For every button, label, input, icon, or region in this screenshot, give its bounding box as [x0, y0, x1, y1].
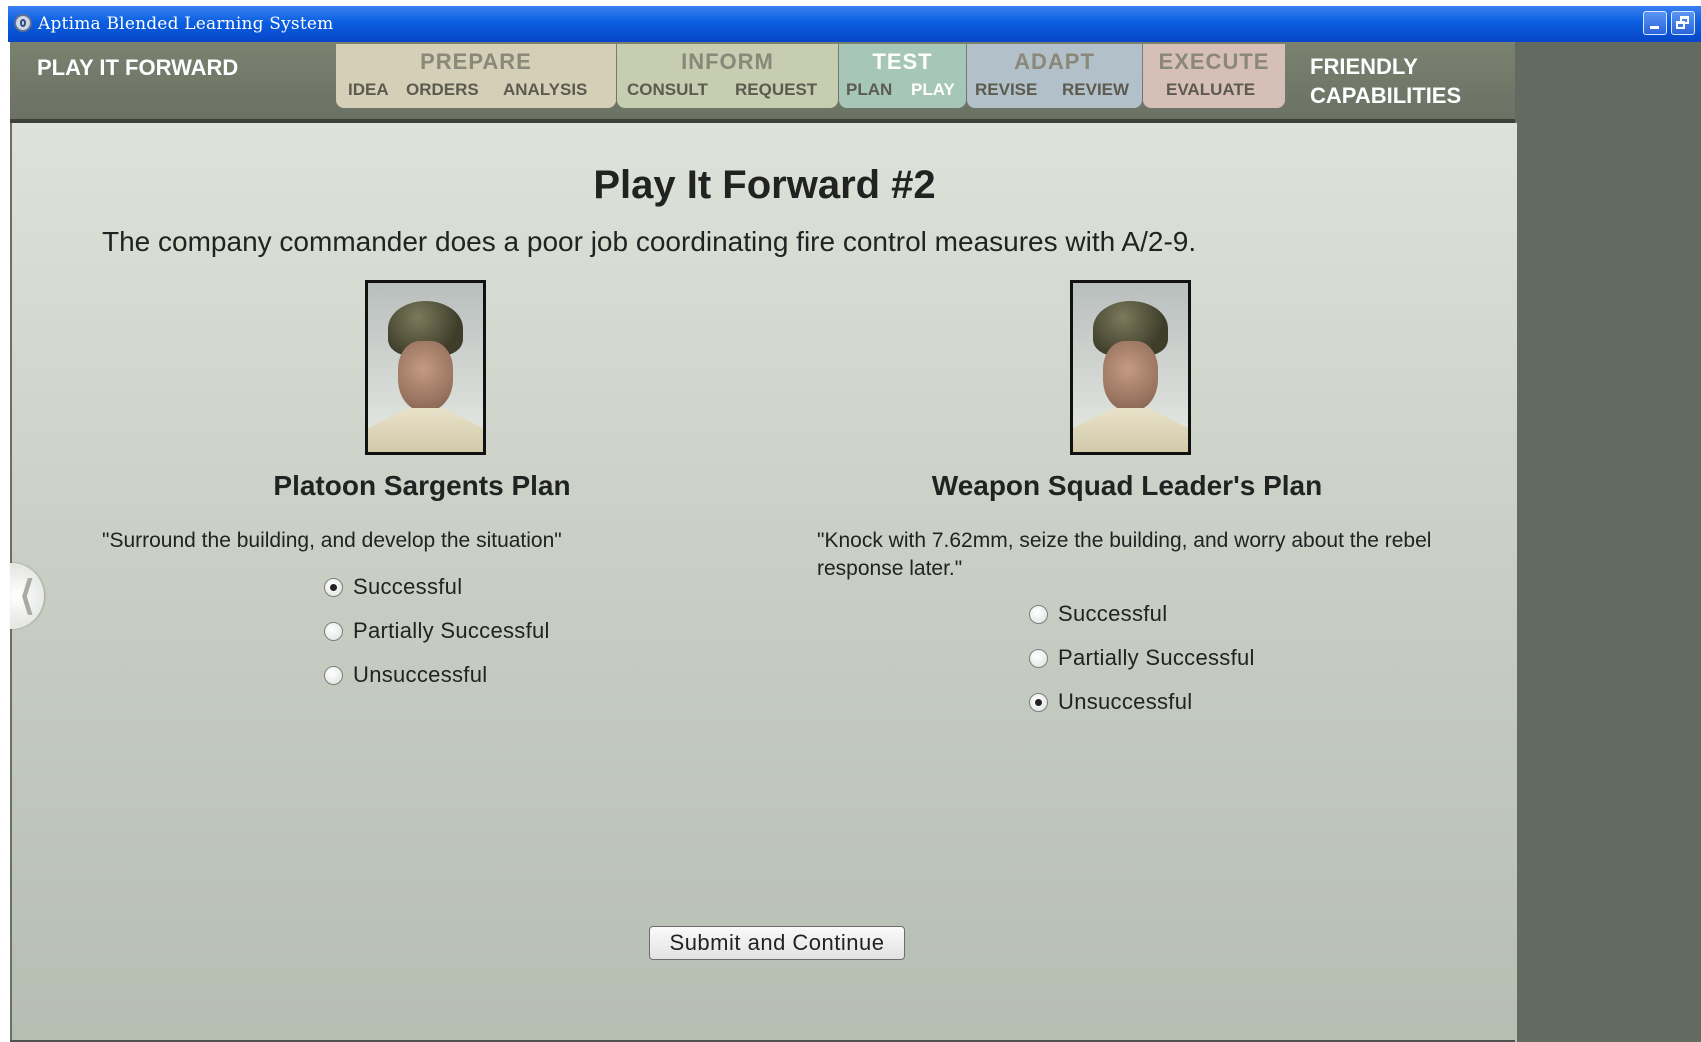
- nav-group-test: TEST PLAN PLAY: [839, 44, 966, 108]
- option-partially-successful[interactable]: Partially Successful: [324, 609, 550, 653]
- option-label: Successful: [353, 574, 463, 599]
- nav-item-play[interactable]: PLAY: [911, 80, 955, 100]
- nav-item-review[interactable]: REVIEW: [1062, 80, 1129, 100]
- option-unsuccessful[interactable]: Unsuccessful: [1029, 680, 1255, 724]
- soldier-portrait-image: [1070, 280, 1191, 455]
- option-unsuccessful[interactable]: Unsuccessful: [324, 653, 550, 697]
- nav-item-plan[interactable]: PLAN: [846, 80, 892, 100]
- nav-group-prepare: PREPARE IDEA ORDERS ANALYSIS: [336, 44, 616, 108]
- radio-button[interactable]: [1029, 604, 1048, 624]
- brand-title: PLAY IT FORWARD: [37, 55, 239, 80]
- nav-item-idea[interactable]: IDEA: [348, 80, 389, 100]
- option-successful[interactable]: Successful: [1029, 592, 1255, 636]
- plan-options: Successful Partially Successful Unsucces…: [1029, 592, 1255, 724]
- nav-item-request[interactable]: REQUEST: [735, 80, 817, 100]
- submit-and-continue-button[interactable]: Submit and Continue: [649, 926, 905, 960]
- plan-quote: "Knock with 7.62mm, seize the building, …: [817, 529, 1432, 580]
- shirt-shape: [1073, 408, 1188, 452]
- scenario-text: The company commander does a poor job co…: [102, 226, 1197, 257]
- soldier-portrait-image: [365, 280, 486, 455]
- nav-item-orders[interactable]: ORDERS: [406, 80, 479, 100]
- nav-group-execute: EXECUTE EVALUATE: [1143, 44, 1285, 108]
- main-panel: Play It Forward #2 The company commander…: [10, 123, 1517, 1042]
- option-label: Unsuccessful: [353, 662, 488, 687]
- nav-group-title-inform[interactable]: INFORM: [617, 49, 838, 75]
- window-left-edge: [0, 42, 10, 1042]
- face-shape: [1103, 341, 1158, 411]
- radio-button[interactable]: [324, 621, 343, 641]
- nav-group-title-execute[interactable]: EXECUTE: [1143, 49, 1285, 75]
- radio-button-selected[interactable]: [1029, 692, 1048, 712]
- face-shape: [398, 341, 453, 411]
- app-logo-icon: [14, 14, 32, 32]
- option-label: Unsuccessful: [1058, 689, 1193, 714]
- option-partially-successful[interactable]: Partially Successful: [1029, 636, 1255, 680]
- plan-title: Platoon Sargents Plan: [273, 470, 571, 501]
- option-label: Partially Successful: [353, 618, 550, 643]
- minimize-button[interactable]: [1643, 11, 1667, 35]
- restore-button[interactable]: [1671, 11, 1695, 35]
- option-label: Partially Successful: [1058, 645, 1255, 670]
- nav-group-title-prepare[interactable]: PREPARE: [336, 49, 616, 75]
- option-label: Successful: [1058, 601, 1168, 626]
- friendly-line2: CAPABILITIES: [1310, 83, 1462, 108]
- chevron-left-icon: ⟨: [19, 574, 35, 618]
- window-titlebar: Aptima Blended Learning System: [8, 6, 1701, 42]
- right-gray-pane: [1515, 42, 1701, 1042]
- nav-item-analysis[interactable]: ANALYSIS: [503, 80, 587, 100]
- shirt-shape: [368, 408, 483, 452]
- nav-item-evaluate[interactable]: EVALUATE: [1166, 80, 1255, 100]
- nav-friendly-capabilities[interactable]: FRIENDLY CAPABILITIES: [1310, 52, 1461, 110]
- plan-quote: "Surround the building, and develop the …: [102, 529, 562, 552]
- nav-group-inform: INFORM CONSULT REQUEST: [617, 44, 838, 108]
- radio-button-selected[interactable]: [324, 577, 343, 597]
- page-title: Play It Forward #2: [593, 163, 936, 207]
- plan-options: Successful Partially Successful Unsucces…: [324, 565, 550, 697]
- radio-button[interactable]: [324, 665, 343, 685]
- plan-title: Weapon Squad Leader's Plan: [931, 470, 1323, 501]
- radio-button[interactable]: [1029, 648, 1048, 668]
- friendly-line1: FRIENDLY: [1310, 54, 1418, 79]
- nav-group-title-adapt[interactable]: ADAPT: [967, 49, 1142, 75]
- window-title: Aptima Blended Learning System: [38, 14, 334, 34]
- top-navigation: PLAY IT FORWARD PREPARE IDEA ORDERS ANAL…: [10, 42, 1515, 123]
- nav-item-revise[interactable]: REVISE: [975, 80, 1037, 100]
- nav-group-adapt: ADAPT REVISE REVIEW: [967, 44, 1142, 108]
- option-successful[interactable]: Successful: [324, 565, 550, 609]
- nav-item-consult[interactable]: CONSULT: [627, 80, 708, 100]
- nav-group-title-test[interactable]: TEST: [839, 49, 966, 75]
